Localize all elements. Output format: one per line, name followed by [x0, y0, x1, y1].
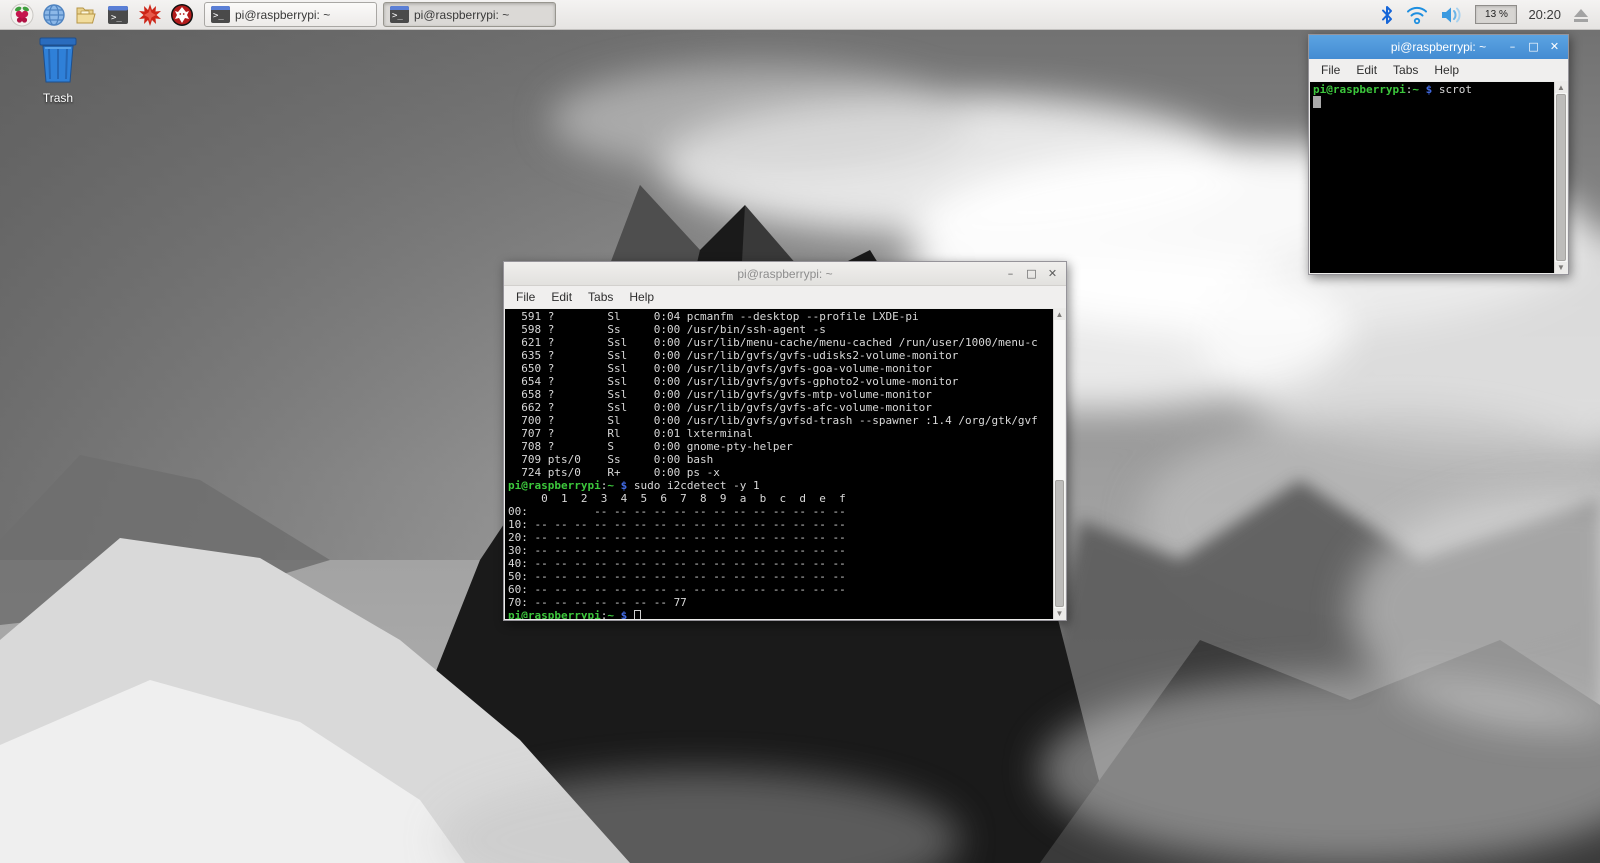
- small-scrollbar[interactable]: ▲ ▼: [1554, 82, 1567, 273]
- clock: 20:20: [1528, 7, 1561, 22]
- menu-help[interactable]: Help: [1426, 61, 1467, 79]
- taskbar-window-small[interactable]: >_ pi@raspberrypi: ~: [383, 2, 556, 27]
- web-browser-globe-icon: [42, 3, 66, 27]
- taskbar: >_ >_ pi@raspberrypi: ~ >_ pi@raspberryp…: [0, 0, 1600, 30]
- terminal-icon: >_: [106, 3, 130, 27]
- bluetooth-icon[interactable]: [1380, 5, 1394, 25]
- scroll-up-icon[interactable]: ▲: [1054, 309, 1065, 320]
- scrollbar-thumb[interactable]: [1556, 94, 1566, 261]
- terminal-window-main: pi@raspberrypi: ~ – □ ✕ FileEditTabsHelp…: [503, 261, 1067, 621]
- eject-icon[interactable]: [1572, 6, 1590, 24]
- menu-tabs[interactable]: Tabs: [1385, 61, 1426, 79]
- main-titlebar[interactable]: pi@raspberrypi: ~ – □ ✕: [504, 262, 1066, 286]
- trash-desktop-icon[interactable]: Trash: [24, 36, 92, 105]
- mathematica-button[interactable]: [134, 1, 166, 29]
- minimize-button[interactable]: –: [1504, 39, 1521, 55]
- terminal-launcher-button[interactable]: >_: [102, 1, 134, 29]
- close-button[interactable]: ✕: [1044, 266, 1061, 282]
- volume-icon[interactable]: [1440, 5, 1464, 25]
- terminal-icon: >_: [211, 6, 230, 23]
- file-manager-button[interactable]: [70, 1, 102, 29]
- small-terminal-output: pi@raspberrypi:~ $ scrot: [1310, 82, 1567, 273]
- wifi-icon[interactable]: [1405, 5, 1429, 25]
- wolfram-button[interactable]: [166, 1, 198, 29]
- wolfram-icon: [170, 3, 194, 27]
- scroll-up-icon[interactable]: ▲: [1555, 82, 1567, 93]
- maximize-button[interactable]: □: [1023, 266, 1040, 282]
- close-button[interactable]: ✕: [1546, 39, 1563, 55]
- menu-file[interactable]: File: [508, 288, 543, 306]
- small-menubar: FileEditTabsHelp: [1309, 59, 1568, 81]
- desktop: Trash pi@raspberrypi: ~ – □ ✕ FileEditTa…: [0, 0, 1600, 863]
- menu-help[interactable]: Help: [621, 288, 662, 306]
- small-terminal-screen[interactable]: pi@raspberrypi:~ $ scrot ▲ ▼: [1310, 82, 1567, 273]
- terminal-window-small: pi@raspberrypi: ~ – □ ✕ FileEditTabsHelp…: [1308, 34, 1569, 275]
- maximize-button[interactable]: □: [1525, 39, 1542, 55]
- main-terminal-screen[interactable]: 591 ? Sl 0:04 pcmanfm --desktop --profil…: [505, 309, 1065, 619]
- mathematica-icon: [138, 3, 162, 27]
- scroll-down-icon[interactable]: ▼: [1054, 608, 1065, 619]
- svg-text:>_: >_: [111, 13, 122, 23]
- terminal-icon: >_: [390, 6, 409, 23]
- file-manager-icon: [74, 3, 98, 27]
- system-tray: 13 % 20:20: [1380, 5, 1590, 25]
- menu-button[interactable]: [6, 1, 38, 29]
- menu-file[interactable]: File: [1313, 61, 1348, 79]
- small-titlebar[interactable]: pi@raspberrypi: ~ – □ ✕: [1309, 35, 1568, 59]
- main-window-title: pi@raspberrypi: ~: [504, 267, 1066, 281]
- cpu-monitor[interactable]: 13 %: [1475, 5, 1517, 24]
- trash-label: Trash: [24, 91, 92, 105]
- web-browser-button[interactable]: [38, 1, 70, 29]
- taskbar-window-main[interactable]: >_ pi@raspberrypi: ~: [204, 2, 377, 27]
- main-terminal-output: 591 ? Sl 0:04 pcmanfm --desktop --profil…: [505, 309, 1065, 619]
- menu-edit[interactable]: Edit: [543, 288, 580, 306]
- scrollbar-thumb[interactable]: [1055, 480, 1064, 607]
- main-scrollbar[interactable]: ▲ ▼: [1053, 309, 1065, 619]
- minimize-button[interactable]: –: [1002, 266, 1019, 282]
- menu-tabs[interactable]: Tabs: [580, 288, 621, 306]
- scroll-down-icon[interactable]: ▼: [1555, 262, 1567, 273]
- main-menubar: FileEditTabsHelp: [504, 286, 1066, 308]
- menu-raspberry-icon: [10, 3, 34, 27]
- trash-icon: [35, 36, 81, 84]
- menu-edit[interactable]: Edit: [1348, 61, 1385, 79]
